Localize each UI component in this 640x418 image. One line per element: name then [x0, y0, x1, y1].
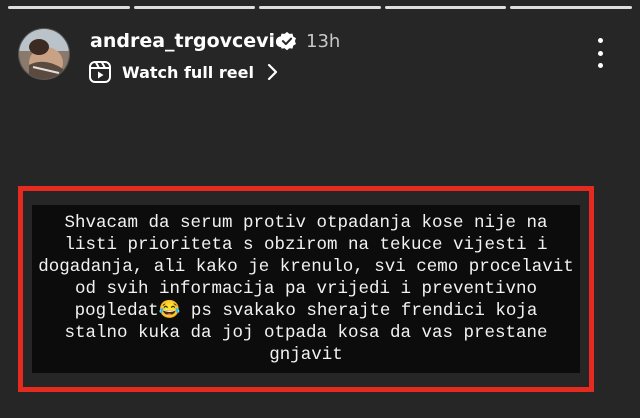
highlight-annotation: Shvacam da serum protiv otpadanja kose n…: [18, 186, 594, 392]
dot: [597, 63, 603, 68]
dot: [597, 50, 603, 56]
story-progress-bar: [8, 6, 632, 9]
progress-segment: [510, 6, 632, 9]
progress-segment: [8, 6, 130, 9]
username[interactable]: andrea_trgovcevic: [90, 30, 286, 52]
more-vertical-icon[interactable]: [592, 38, 608, 68]
verified-badge-icon: [278, 31, 296, 51]
story-viewer: andrea_trgovcevic 13h Watch full reel Sh…: [0, 0, 640, 418]
avatar[interactable]: [18, 28, 70, 80]
chevron-right-icon: [267, 63, 278, 81]
progress-segment: [133, 6, 256, 9]
caption-box: Shvacam da serum protiv otpadanja kose n…: [32, 205, 580, 373]
progress-segment: [384, 6, 507, 9]
post-time: 13h: [306, 31, 341, 52]
caption-text: Shvacam da serum protiv otpadanja kose n…: [38, 213, 574, 365]
watch-full-reel-label: Watch full reel: [122, 62, 254, 82]
dot: [597, 38, 603, 43]
progress-segment: [259, 6, 381, 9]
reel-icon: [89, 61, 111, 83]
watch-full-reel-link[interactable]: Watch full reel: [88, 58, 280, 86]
